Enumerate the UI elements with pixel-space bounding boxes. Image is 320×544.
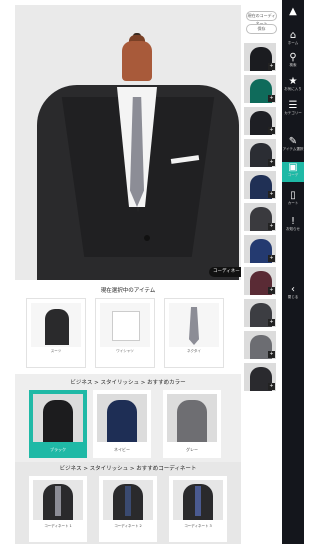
mannequin-neck [122,41,152,81]
coordinate-caption: コーディネート 3 [184,524,212,528]
color-option-image [167,394,217,442]
coordinate-caption: コーディネート 2 [114,524,142,528]
sidebar-item-item-select[interactable]: ✎ アイテム選択 [282,136,304,156]
selected-item-caption: ネクタイ [187,349,201,353]
selected-item-image [31,303,81,347]
coordinate-icon: ▣ [288,162,298,173]
coordinate-recommend-title: ビジネス > スタイリッシュ > おすすめコーディネート [59,466,197,472]
coordinate-image [103,480,153,520]
item-select-icon: ✎ [288,136,298,147]
current-coordinate-button[interactable]: 現在のコーディネート [246,11,277,26]
add-icon[interactable]: + [268,95,275,102]
sidebar-item-label: お知らせ [286,227,300,231]
color-option-label: ネイビー [114,447,130,452]
sidebar-item-search[interactable]: ⚲ 検索 [282,52,304,72]
add-icon[interactable]: + [268,223,275,230]
color-option-card[interactable]: ブラック [29,390,87,458]
notice-icon: ! [290,216,295,227]
coordinate-card[interactable]: コーディネート 1 [29,476,87,542]
suit-thumbnail[interactable]: + [244,107,276,135]
add-icon[interactable]: + [268,319,275,326]
coordinate-card[interactable]: コーディネート 3 [169,476,227,542]
suit-thumbnail[interactable]: + [244,139,276,167]
color-option-image [33,394,83,442]
sidebar-item-label: 検索 [289,63,297,67]
add-icon[interactable]: + [268,287,275,294]
home-icon: ⌂ [289,30,297,41]
color-option-label: ブラック [50,447,66,452]
coordinate-card[interactable]: コーディネート 2 [99,476,157,542]
selected-item-caption: ワイシャツ [116,349,134,353]
coordinate-image [33,480,83,520]
star-icon: ★ [288,76,298,87]
color-recommend-band: ビジネス > スタイリッシュ > おすすめカラー ブラック ネイビー グレー [15,374,241,462]
color-option-card[interactable]: グレー [163,390,221,458]
coordinate-caption: コーディネート 1 [44,524,72,528]
selected-item-image [100,303,150,347]
sidebar-item-home[interactable]: ⌂ ホーム [282,30,304,50]
selected-item-card[interactable]: スーツ [26,298,86,368]
color-recommend-title: ビジネス > スタイリッシュ > おすすめカラー [70,380,186,386]
selected-item-card[interactable]: ネクタイ [164,298,224,368]
thumbnail-list: + + + + + + + + + + + [244,43,278,395]
suit-thumbnail-rail: 現在のコーディネート 保存 + + + + + + + + + + + [244,5,280,544]
sidebar-item-cart[interactable]: ▯ カート [282,190,304,210]
add-icon[interactable]: + [268,383,275,390]
jacket-button [144,235,150,241]
coordinate-toggle-button[interactable]: コーディネートOFF [209,267,241,277]
suit-thumbnail[interactable]: + [244,331,276,359]
add-icon[interactable]: + [268,255,275,262]
brand-logo-icon: ▲ [289,6,297,17]
coordinate-recommend-band: ビジネス > スタイリッシュ > おすすめコーディネート コーディネート 1 コー… [15,462,241,544]
sidebar-item-collapse[interactable]: ‹ 閉じる [282,284,304,304]
suit-thumbnail[interactable]: + [244,43,276,71]
selected-item-image [169,303,219,347]
search-icon: ⚲ [289,52,297,63]
add-icon[interactable]: + [268,351,275,358]
add-icon[interactable]: + [268,191,275,198]
suit-thumbnail[interactable]: + [244,171,276,199]
selected-items-title: 現在選択中のアイテム [100,288,156,294]
selected-item-caption: スーツ [50,349,62,353]
coordinate-image [173,480,223,520]
color-option-label: グレー [186,447,198,452]
sidebar-item-label: アイテム選択 [282,147,304,151]
sidebar-item-notice[interactable]: ! お知らせ [282,216,304,236]
sidebar-item-label: コーデ [287,173,299,177]
suit-thumbnail[interactable]: + [244,267,276,295]
main-sidebar: ▲ ⌂ ホーム ⚲ 検索 ★ お気に入り ☰ カテゴリー ✎ アイテム選択 ▣ コーデ ▯ カート! お知らせ… [282,0,304,544]
sidebar-item-coordinate[interactable]: ▣ コーデ [282,162,304,182]
add-icon[interactable]: + [268,159,275,166]
color-option-image [97,394,147,442]
menu-icon: ☰ [288,100,298,111]
add-icon[interactable]: + [268,63,275,70]
sidebar-item-star[interactable]: ★ お気に入り [282,76,304,96]
mannequin-stage: コーディネートOFF [15,5,241,280]
color-option-card[interactable]: ネイビー [93,390,151,458]
add-icon[interactable]: + [268,127,275,134]
sidebar-item-label: ホーム [287,41,299,45]
sidebar-item-label: お気に入り [284,87,302,91]
sidebar-item-label: カート [287,201,299,205]
selected-item-card[interactable]: ワイシャツ [95,298,155,368]
suit-thumbnail[interactable]: + [244,203,276,231]
suit-thumbnail[interactable]: + [244,363,276,391]
suit-thumbnail[interactable]: + [244,299,276,327]
suit-thumbnail[interactable]: + [244,75,276,103]
sidebar-item-menu[interactable]: ☰ カテゴリー [282,100,304,120]
cart-icon: ▯ [290,190,296,201]
suit-thumbnail[interactable]: + [244,235,276,263]
save-button[interactable]: 保存 [246,24,277,34]
sidebar-item-label: 閉じる [287,295,299,299]
sidebar-item-label: カテゴリー [284,111,302,115]
sidebar-item-brand-logo[interactable]: ▲ [282,6,304,26]
collapse-icon: ‹ [291,284,295,295]
